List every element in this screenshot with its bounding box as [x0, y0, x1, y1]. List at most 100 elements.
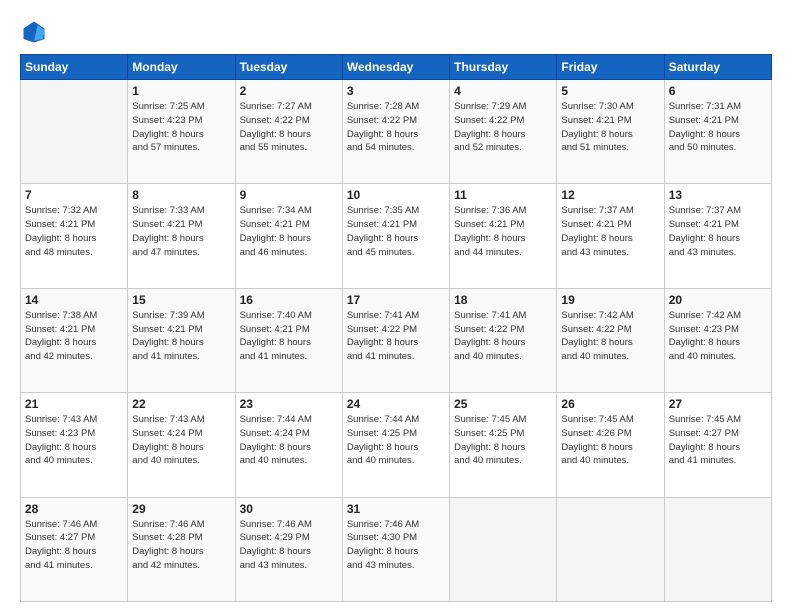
calendar-cell: 20 Sunrise: 7:42 AM Sunset: 4:23 PM Dayli…: [664, 288, 771, 392]
calendar-cell: 4 Sunrise: 7:29 AM Sunset: 4:22 PM Daylig…: [450, 80, 557, 184]
day-number: 23: [240, 397, 338, 411]
day-number: 7: [25, 188, 123, 202]
day-info: Sunrise: 7:37 AM Sunset: 4:21 PM Dayligh…: [669, 204, 767, 259]
day-info: Sunrise: 7:31 AM Sunset: 4:21 PM Dayligh…: [669, 100, 767, 155]
calendar-cell: 18 Sunrise: 7:41 AM Sunset: 4:22 PM Dayli…: [450, 288, 557, 392]
calendar-cell: 23 Sunrise: 7:44 AM Sunset: 4:24 PM Dayli…: [235, 393, 342, 497]
day-number: 9: [240, 188, 338, 202]
day-number: 5: [561, 84, 659, 98]
day-info: Sunrise: 7:46 AM Sunset: 4:29 PM Dayligh…: [240, 518, 338, 573]
day-number: 2: [240, 84, 338, 98]
day-info: Sunrise: 7:34 AM Sunset: 4:21 PM Dayligh…: [240, 204, 338, 259]
day-number: 6: [669, 84, 767, 98]
calendar-cell: 16 Sunrise: 7:40 AM Sunset: 4:21 PM Dayli…: [235, 288, 342, 392]
day-info: Sunrise: 7:33 AM Sunset: 4:21 PM Dayligh…: [132, 204, 230, 259]
day-number: 4: [454, 84, 552, 98]
logo: [20, 18, 52, 46]
day-info: Sunrise: 7:40 AM Sunset: 4:21 PM Dayligh…: [240, 309, 338, 364]
calendar-cell: 27 Sunrise: 7:45 AM Sunset: 4:27 PM Dayli…: [664, 393, 771, 497]
day-number: 15: [132, 293, 230, 307]
day-number: 8: [132, 188, 230, 202]
day-number: 21: [25, 397, 123, 411]
calendar-cell: 24 Sunrise: 7:44 AM Sunset: 4:25 PM Dayli…: [342, 393, 449, 497]
day-info: Sunrise: 7:46 AM Sunset: 4:28 PM Dayligh…: [132, 518, 230, 573]
calendar-cell: 26Sunrise: 7:45 AM Sunset: 4:26 PM Dayli…: [557, 393, 664, 497]
calendar-cell: 28Sunrise: 7:46 AM Sunset: 4:27 PM Dayli…: [21, 497, 128, 601]
day-info: Sunrise: 7:42 AM Sunset: 4:23 PM Dayligh…: [669, 309, 767, 364]
day-info: Sunrise: 7:25 AM Sunset: 4:23 PM Dayligh…: [132, 100, 230, 155]
calendar-cell: 15 Sunrise: 7:39 AM Sunset: 4:21 PM Dayli…: [128, 288, 235, 392]
calendar-cell: 3 Sunrise: 7:28 AM Sunset: 4:22 PM Daylig…: [342, 80, 449, 184]
day-number: 30: [240, 502, 338, 516]
day-number: 12: [561, 188, 659, 202]
day-info: Sunrise: 7:36 AM Sunset: 4:21 PM Dayligh…: [454, 204, 552, 259]
logo-icon: [20, 18, 48, 46]
calendar-cell: 5Sunrise: 7:30 AM Sunset: 4:21 PM Daylig…: [557, 80, 664, 184]
weekday-header: Saturday: [664, 55, 771, 80]
calendar-cell: 6 Sunrise: 7:31 AM Sunset: 4:21 PM Daylig…: [664, 80, 771, 184]
day-number: 10: [347, 188, 445, 202]
weekday-header: Tuesday: [235, 55, 342, 80]
calendar-cell: [664, 497, 771, 601]
day-number: 16: [240, 293, 338, 307]
day-info: Sunrise: 7:38 AM Sunset: 4:21 PM Dayligh…: [25, 309, 123, 364]
day-number: 3: [347, 84, 445, 98]
day-info: Sunrise: 7:43 AM Sunset: 4:24 PM Dayligh…: [132, 413, 230, 468]
day-number: 31: [347, 502, 445, 516]
calendar-cell: [21, 80, 128, 184]
day-number: 22: [132, 397, 230, 411]
day-number: 24: [347, 397, 445, 411]
day-number: 17: [347, 293, 445, 307]
day-info: Sunrise: 7:45 AM Sunset: 4:25 PM Dayligh…: [454, 413, 552, 468]
calendar-cell: 11 Sunrise: 7:36 AM Sunset: 4:21 PM Dayli…: [450, 184, 557, 288]
day-info: Sunrise: 7:44 AM Sunset: 4:24 PM Dayligh…: [240, 413, 338, 468]
calendar-cell: 25 Sunrise: 7:45 AM Sunset: 4:25 PM Dayli…: [450, 393, 557, 497]
calendar-cell: 12 Sunrise: 7:37 AM Sunset: 4:21 PM Dayli…: [557, 184, 664, 288]
weekday-header: Sunday: [21, 55, 128, 80]
calendar-cell: 7 Sunrise: 7:32 AM Sunset: 4:21 PM Daylig…: [21, 184, 128, 288]
calendar-cell: 21 Sunrise: 7:43 AM Sunset: 4:23 PM Dayli…: [21, 393, 128, 497]
day-info: Sunrise: 7:28 AM Sunset: 4:22 PM Dayligh…: [347, 100, 445, 155]
calendar-cell: 1 Sunrise: 7:25 AM Sunset: 4:23 PM Daylig…: [128, 80, 235, 184]
day-info: Sunrise: 7:41 AM Sunset: 4:22 PM Dayligh…: [454, 309, 552, 364]
day-info: Sunrise: 7:29 AM Sunset: 4:22 PM Dayligh…: [454, 100, 552, 155]
day-number: 25: [454, 397, 552, 411]
calendar: SundayMondayTuesdayWednesdayThursdayFrid…: [20, 54, 772, 602]
calendar-cell: 31 Sunrise: 7:46 AM Sunset: 4:30 PM Dayli…: [342, 497, 449, 601]
calendar-cell: 14 Sunrise: 7:38 AM Sunset: 4:21 PM Dayli…: [21, 288, 128, 392]
day-number: 27: [669, 397, 767, 411]
calendar-cell: 13 Sunrise: 7:37 AM Sunset: 4:21 PM Dayli…: [664, 184, 771, 288]
day-info: Sunrise: 7:41 AM Sunset: 4:22 PM Dayligh…: [347, 309, 445, 364]
day-info: Sunrise: 7:45 AM Sunset: 4:27 PM Dayligh…: [669, 413, 767, 468]
weekday-header: Thursday: [450, 55, 557, 80]
calendar-cell: 30 Sunrise: 7:46 AM Sunset: 4:29 PM Dayli…: [235, 497, 342, 601]
day-number: 28: [25, 502, 123, 516]
weekday-header: Monday: [128, 55, 235, 80]
calendar-header: SundayMondayTuesdayWednesdayThursdayFrid…: [21, 55, 772, 80]
day-info: Sunrise: 7:37 AM Sunset: 4:21 PM Dayligh…: [561, 204, 659, 259]
day-number: 11: [454, 188, 552, 202]
calendar-cell: 19 Sunrise: 7:42 AM Sunset: 4:22 PM Dayli…: [557, 288, 664, 392]
weekday-row: SundayMondayTuesdayWednesdayThursdayFrid…: [21, 55, 772, 80]
day-info: Sunrise: 7:42 AM Sunset: 4:22 PM Dayligh…: [561, 309, 659, 364]
day-info: Sunrise: 7:32 AM Sunset: 4:21 PM Dayligh…: [25, 204, 123, 259]
day-info: Sunrise: 7:35 AM Sunset: 4:21 PM Dayligh…: [347, 204, 445, 259]
day-number: 19: [561, 293, 659, 307]
calendar-cell: [557, 497, 664, 601]
day-number: 26: [561, 397, 659, 411]
calendar-cell: 9 Sunrise: 7:34 AM Sunset: 4:21 PM Daylig…: [235, 184, 342, 288]
page: SundayMondayTuesdayWednesdayThursdayFrid…: [0, 0, 792, 612]
day-info: Sunrise: 7:43 AM Sunset: 4:23 PM Dayligh…: [25, 413, 123, 468]
day-number: 13: [669, 188, 767, 202]
day-info: Sunrise: 7:39 AM Sunset: 4:21 PM Dayligh…: [132, 309, 230, 364]
day-number: 29: [132, 502, 230, 516]
day-number: 1: [132, 84, 230, 98]
day-number: 14: [25, 293, 123, 307]
weekday-header: Wednesday: [342, 55, 449, 80]
day-number: 20: [669, 293, 767, 307]
calendar-cell: 2Sunrise: 7:27 AM Sunset: 4:22 PM Daylig…: [235, 80, 342, 184]
day-info: Sunrise: 7:46 AM Sunset: 4:30 PM Dayligh…: [347, 518, 445, 573]
day-number: 18: [454, 293, 552, 307]
calendar-cell: 10 Sunrise: 7:35 AM Sunset: 4:21 PM Dayli…: [342, 184, 449, 288]
day-info: Sunrise: 7:44 AM Sunset: 4:25 PM Dayligh…: [347, 413, 445, 468]
